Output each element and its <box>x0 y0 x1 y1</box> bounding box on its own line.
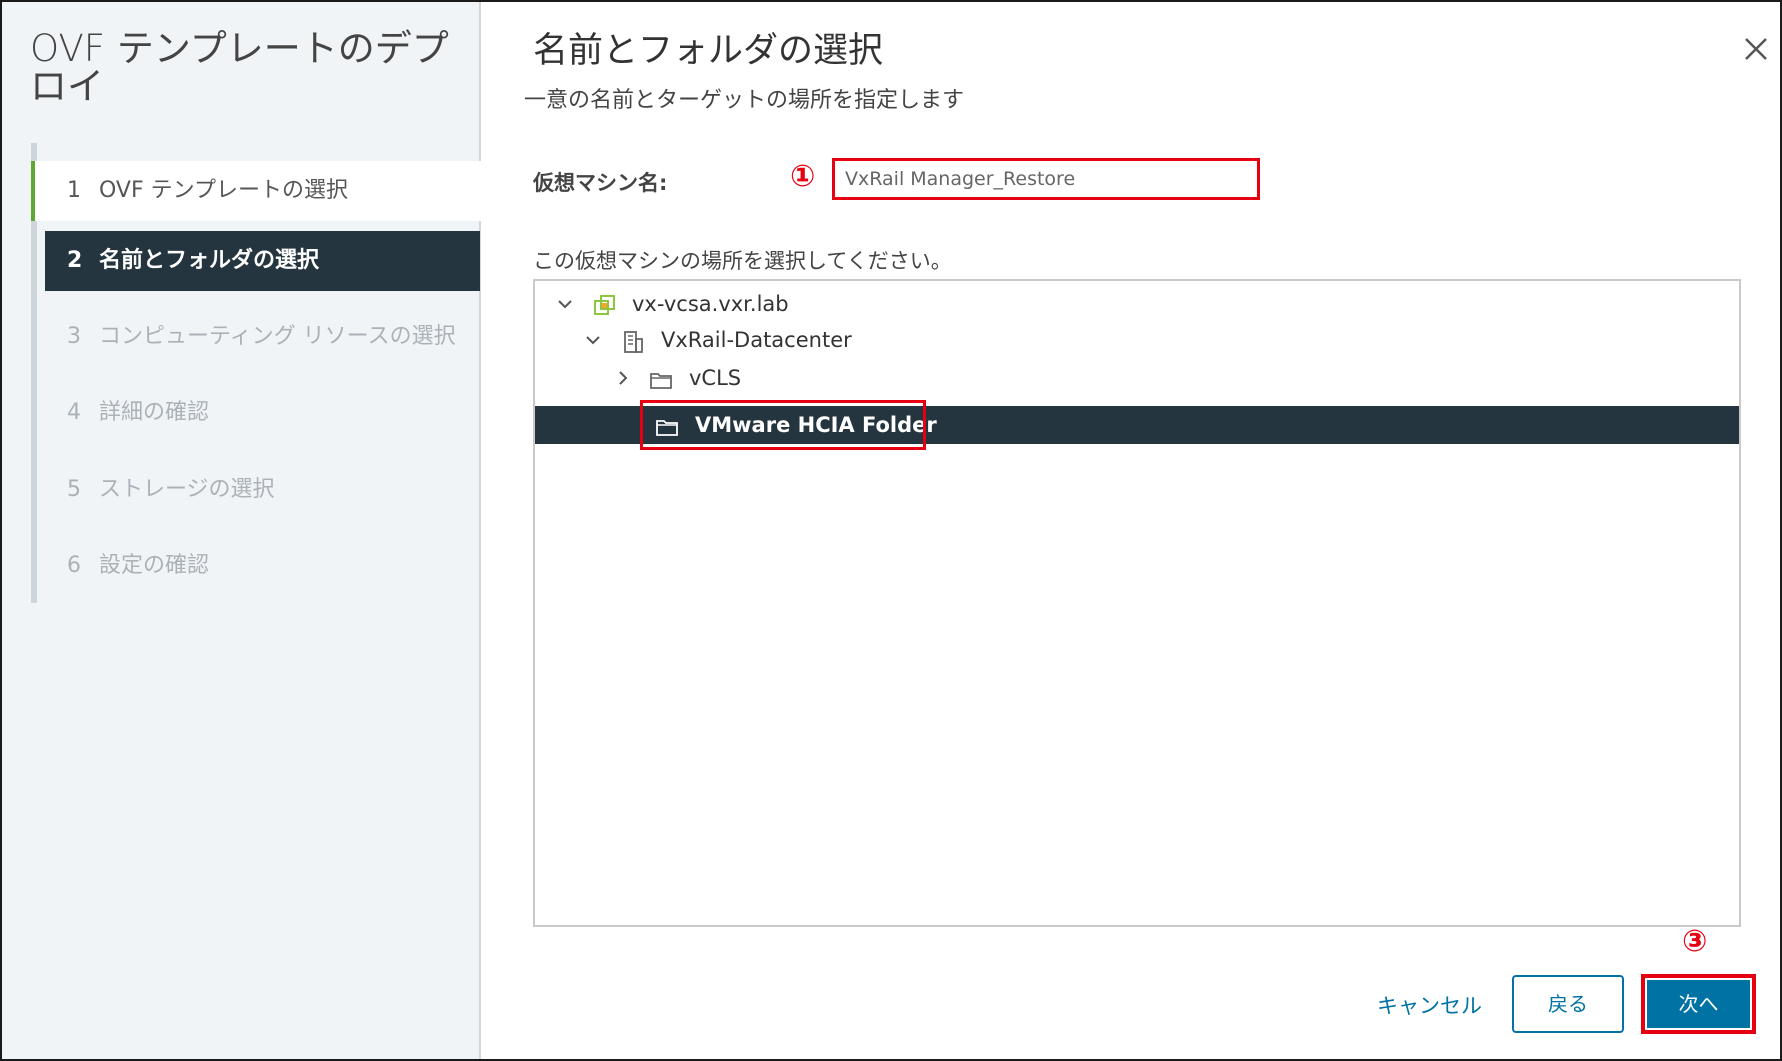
step-3-compute-resource: 3 コンピューティング リソースの選択 <box>31 307 480 367</box>
annotation-box-folder <box>640 400 926 450</box>
back-button[interactable]: 戻る <box>1512 975 1624 1033</box>
page-subtitle: 一意の名前とターゲットの場所を指定します <box>524 88 965 113</box>
chevron-down-icon[interactable] <box>583 321 603 359</box>
tree-item-datacenter[interactable]: VxRail-Datacenter <box>535 321 1739 359</box>
callout-one: ① <box>790 159 816 194</box>
step-2-name-folder[interactable]: 2 名前とフォルダの選択 <box>45 231 480 291</box>
step-number: 3 <box>67 324 81 349</box>
step-label: 名前とフォルダの選択 <box>99 248 320 273</box>
step-5-select-storage: 5 ストレージの選択 <box>31 460 480 520</box>
tree-item-label: VxRail-Datacenter <box>661 328 852 352</box>
wizard-dialog: OVF テンプレートのデプロイ 1 OVF テンプレートの選択 2 名前とフォル… <box>0 0 1782 1061</box>
vcenter-icon <box>593 292 617 316</box>
step-1-select-template[interactable]: 1 OVF テンプレートの選択 <box>31 161 484 221</box>
tree-item-vcls[interactable]: vCLS <box>535 359 1739 397</box>
step-label: OVF テンプレートの選択 <box>99 178 348 203</box>
location-label: この仮想マシンの場所を選択してください。 <box>533 249 952 273</box>
folder-icon <box>649 366 673 390</box>
step-label: 設定の確認 <box>99 553 210 578</box>
vm-name-input[interactable] <box>832 158 1260 200</box>
step-number: 5 <box>67 477 81 502</box>
step-number: 4 <box>67 400 81 425</box>
tree-item-vcenter[interactable]: vx-vcsa.vxr.lab <box>535 285 1739 323</box>
page-title: 名前とフォルダの選択 <box>533 31 884 71</box>
step-6-confirm-settings: 6 設定の確認 <box>31 536 480 596</box>
next-button[interactable]: 次へ <box>1647 980 1750 1028</box>
chevron-down-icon[interactable] <box>555 285 575 323</box>
callout-three: ③ <box>1682 924 1708 959</box>
step-label: コンピューティング リソースの選択 <box>99 324 456 349</box>
chevron-right-icon[interactable] <box>613 359 633 397</box>
step-label: 詳細の確認 <box>99 400 210 425</box>
vm-name-label: 仮想マシン名: <box>533 171 668 195</box>
tree-item-label: vx-vcsa.vxr.lab <box>632 292 789 316</box>
datacenter-icon <box>621 328 645 353</box>
close-icon[interactable] <box>1739 32 1773 66</box>
cancel-button[interactable]: キャンセル <box>1377 990 1482 1020</box>
step-number: 2 <box>67 248 83 273</box>
step-number: 6 <box>67 553 81 578</box>
folder-tree: vx-vcsa.vxr.lab VxRail-Datacenter vCLS V… <box>533 279 1741 927</box>
tree-item-label: vCLS <box>689 366 742 390</box>
wizard-title: OVF テンプレートのデプロイ <box>30 27 449 108</box>
step-number: 1 <box>67 178 81 203</box>
wizard-sidebar: OVF テンプレートのデプロイ 1 OVF テンプレートの選択 2 名前とフォル… <box>2 2 484 1059</box>
step-label: ストレージの選択 <box>99 477 275 502</box>
step-4-review-details: 4 詳細の確認 <box>31 383 480 443</box>
